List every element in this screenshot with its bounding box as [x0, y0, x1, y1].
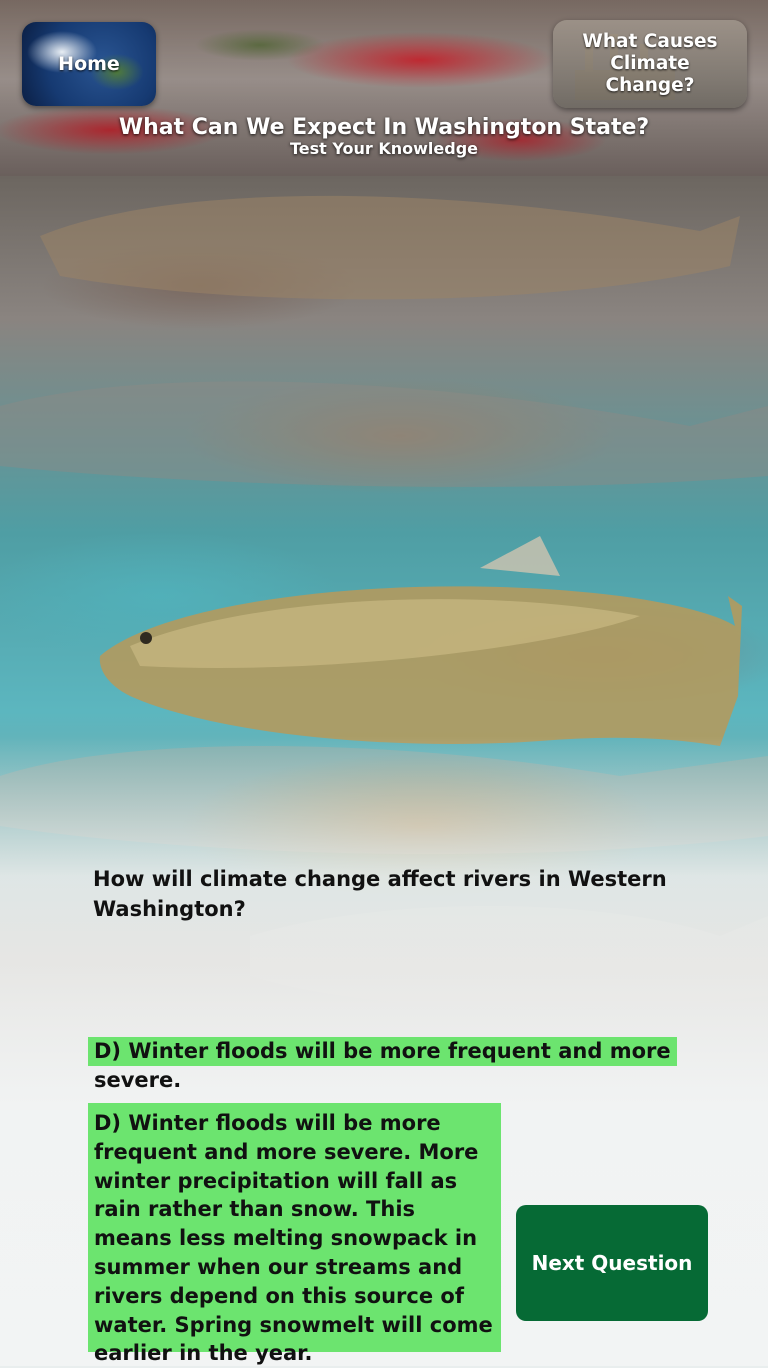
what-causes-button[interactable]: What Causes Climate Change?	[553, 20, 747, 108]
what-causes-label: What Causes Climate Change?	[582, 30, 718, 97]
page-subtitle: Test Your Knowledge	[290, 139, 478, 158]
home-button-label: Home	[58, 53, 120, 75]
answer-explanation: D) Winter floods will be more frequent a…	[88, 1103, 501, 1365]
page-heading: What Can We Expect In Washington State? …	[0, 113, 768, 159]
next-question-label: Next Question	[531, 1251, 693, 1275]
selected-answer[interactable]: D) Winter floods will be more frequent a…	[88, 1037, 677, 1092]
next-question-button[interactable]: Next Question	[516, 1205, 708, 1321]
home-button[interactable]: Home	[22, 22, 156, 106]
quiz-question: How will climate change affect rivers in…	[93, 867, 667, 921]
header-banner: Home What Causes Climate Change? What Ca…	[0, 0, 768, 176]
